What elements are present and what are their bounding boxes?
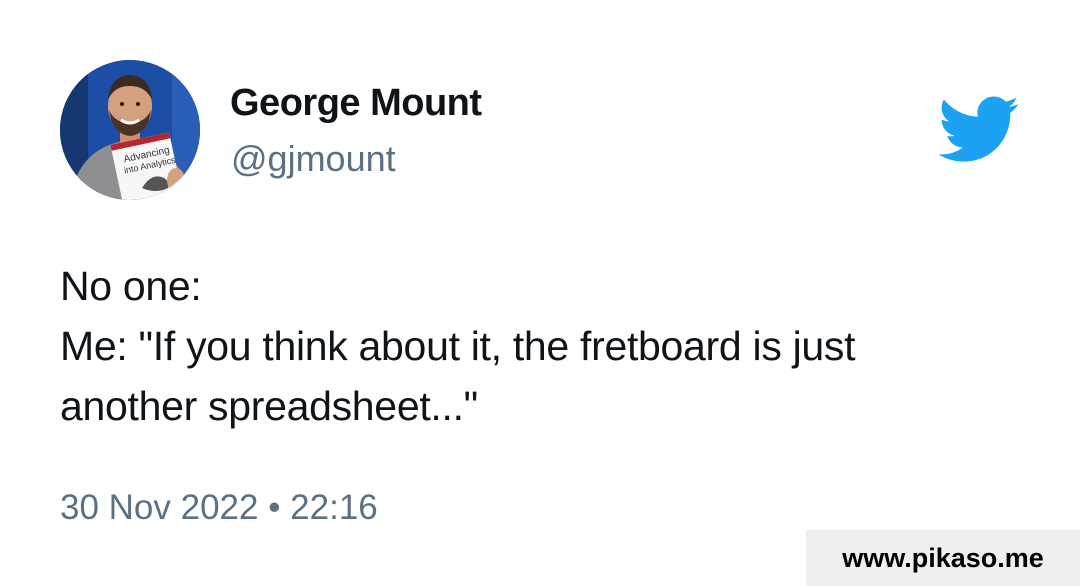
watermark-text: www.pikaso.me — [842, 542, 1044, 573]
twitter-bird-icon — [938, 96, 1020, 164]
author-display-name[interactable]: George Mount — [230, 80, 482, 126]
tweet-text: No one: Me: "If you think about it, the … — [60, 256, 1020, 436]
tweet-line-3: another spreadsheet..." — [60, 383, 478, 429]
author-handle[interactable]: @gjmount — [231, 137, 396, 181]
tweet-line-1: No one: — [60, 263, 202, 309]
watermark: www.pikaso.me — [806, 530, 1080, 586]
tweet-line-2: Me: "If you think about it, the fretboar… — [60, 323, 856, 369]
tweet-timestamp[interactable]: 30 Nov 2022 • 22:16 — [60, 486, 378, 530]
avatar: Advancing into Analytics — [60, 60, 200, 200]
